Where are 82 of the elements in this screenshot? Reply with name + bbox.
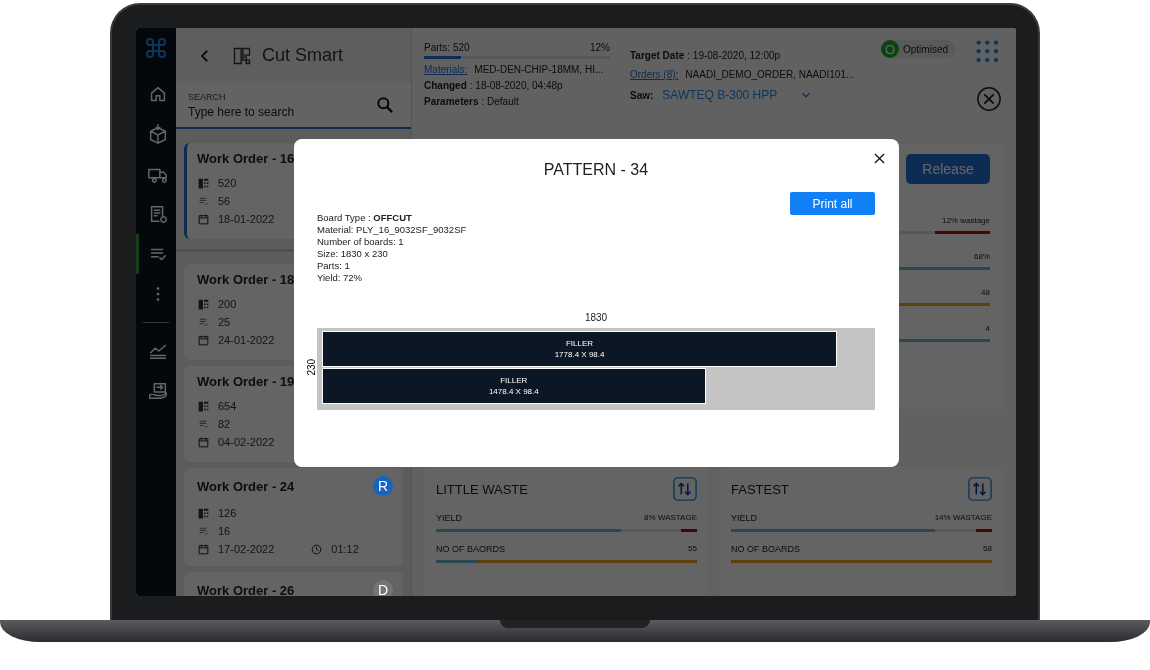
saw-label: Saw: bbox=[630, 89, 654, 101]
metric-value: 4 bbox=[985, 324, 990, 333]
work-order-title: Work Order - 19 bbox=[197, 374, 295, 389]
info-line: Yield: 72% bbox=[317, 272, 364, 284]
metric-value: 12% wastage bbox=[941, 216, 990, 225]
status-badge: R bbox=[373, 476, 393, 496]
parts-count: 200 bbox=[218, 298, 237, 310]
parts-icon bbox=[197, 506, 210, 520]
parts-count: 654 bbox=[218, 400, 237, 412]
swap-icon[interactable] bbox=[673, 477, 697, 501]
option-title: FASTEST bbox=[731, 481, 789, 497]
command-logo-icon bbox=[144, 36, 168, 60]
work-order-card[interactable]: Work Order - 24 R 126 16 17-02-2022 01:12 bbox=[184, 468, 403, 566]
metric-label: NO OF BAORDS bbox=[436, 544, 505, 554]
calendar-icon bbox=[197, 542, 210, 556]
calendar-icon bbox=[197, 333, 210, 347]
metric-label: NO OF BOARDS bbox=[731, 544, 800, 554]
saw-dropdown[interactable]: SAWTEQ B-300 HPP bbox=[656, 88, 814, 102]
width-label: 1830 bbox=[584, 312, 608, 323]
dialog-title: PATTERN - 34 bbox=[542, 161, 650, 179]
app-title: Cut Smart bbox=[262, 45, 344, 66]
cut-piece: FILLER 1778.4 X 98.4 bbox=[322, 331, 838, 367]
time-text: 01:12 bbox=[331, 543, 359, 555]
info-line: Size: 1830 x 230 bbox=[317, 248, 389, 260]
parts-icon bbox=[197, 176, 210, 190]
work-order-title: Work Order - 26 bbox=[197, 582, 295, 596]
changed-value: : 18-08-2020, 04:48p bbox=[469, 80, 563, 91]
patterns-count: 25 bbox=[218, 316, 231, 328]
status-badge: O bbox=[881, 40, 899, 58]
work-order-title: Work Order - 16 bbox=[197, 151, 295, 166]
materials-link[interactable]: Materials: bbox=[424, 64, 468, 75]
target-date-value: : 19-08-2020, 12:00p bbox=[687, 50, 781, 61]
close-icon[interactable] bbox=[873, 152, 886, 165]
release-button[interactable]: Release bbox=[906, 154, 990, 184]
metric-label: YIELD bbox=[731, 513, 757, 523]
calendar-icon bbox=[197, 435, 210, 449]
metric-value: 55 bbox=[688, 544, 697, 554]
swap-icon[interactable] bbox=[968, 477, 992, 501]
work-order-title: Work Order - 18 bbox=[197, 272, 295, 287]
metric-value: 68% bbox=[974, 252, 990, 261]
clock-icon bbox=[310, 542, 324, 556]
parts-percent: 12% bbox=[590, 42, 610, 53]
date-text: 17-02-2022 bbox=[218, 543, 275, 555]
orders-link[interactable]: Orders (8): bbox=[630, 69, 679, 80]
work-order-title: Work Order - 24 bbox=[197, 478, 295, 494]
wastage-segment bbox=[976, 529, 992, 532]
orders-value: NAADI_DEMO_ORDER, NAADI101... bbox=[685, 69, 855, 80]
metric-value: 14% WASTAGE bbox=[934, 513, 992, 523]
patterns-count: 56 bbox=[218, 195, 231, 207]
print-all-button[interactable]: Print all bbox=[790, 192, 875, 215]
option-title: LITTLE WASTE bbox=[436, 481, 528, 497]
search-label: SEARCH bbox=[188, 91, 227, 102]
search-icon[interactable] bbox=[375, 95, 395, 115]
metric-value: 48 bbox=[981, 288, 990, 297]
parts-label: Parts: 520 bbox=[424, 42, 470, 53]
parts-count: 520 bbox=[218, 177, 237, 189]
date-text: 24-01-2022 bbox=[218, 334, 275, 346]
changed-label: Changed bbox=[424, 80, 467, 91]
metric-value: 8% WASTAGE bbox=[644, 513, 697, 523]
status-label: Optimised bbox=[903, 43, 948, 55]
work-order-card[interactable]: Work Order - 26 D bbox=[184, 572, 403, 596]
grid-icon bbox=[232, 45, 252, 66]
info-line: Number of boards: 1 bbox=[317, 236, 405, 248]
parts-count: 126 bbox=[218, 507, 237, 519]
status-badge: D bbox=[373, 580, 393, 596]
patterns-count: 82 bbox=[218, 418, 231, 430]
search-field[interactable]: SEARCH Type here to search bbox=[176, 83, 411, 129]
date-text: 18-01-2022 bbox=[218, 213, 275, 225]
parameters-value: : Default bbox=[481, 96, 519, 107]
date-text: 04-02-2022 bbox=[218, 436, 275, 448]
parts-icon bbox=[197, 399, 210, 413]
cut-piece: FILLER 1478.4 X 98.4 bbox=[322, 368, 706, 404]
materials-value: MED-DEN-CHIP-18MM, HI... bbox=[474, 64, 604, 75]
parameters-label: Parameters bbox=[424, 96, 479, 107]
metric-label: YIELD bbox=[436, 513, 462, 523]
search-field[interactable]: Type here to search bbox=[188, 101, 375, 119]
wastage-segment bbox=[681, 529, 697, 532]
patterns-count: 16 bbox=[218, 525, 231, 537]
parts-icon bbox=[197, 297, 210, 311]
metric-value: 58 bbox=[983, 544, 992, 554]
target-date-label: Target Date bbox=[630, 50, 685, 61]
calendar-icon bbox=[197, 212, 210, 226]
